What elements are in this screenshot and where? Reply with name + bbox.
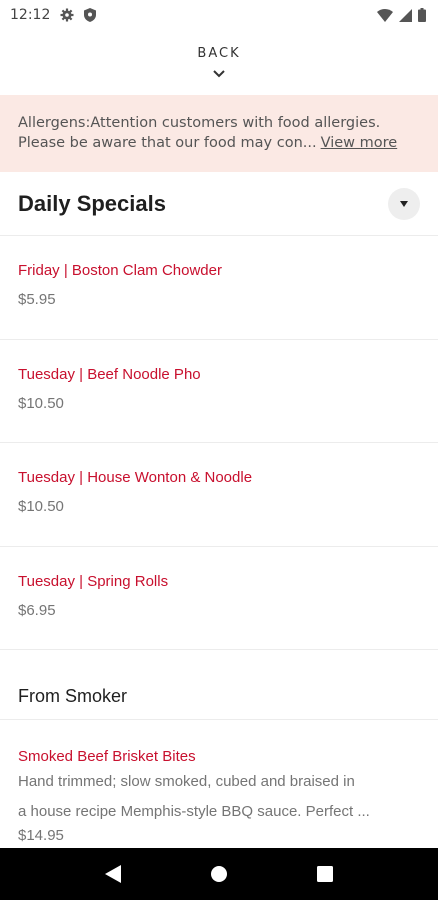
menu-item[interactable]: Tuesday | Spring Rolls $6.95 bbox=[0, 547, 438, 650]
signal-icon bbox=[399, 8, 412, 22]
item-price: $14.95 bbox=[18, 827, 64, 844]
item-price: $10.50 bbox=[18, 498, 64, 515]
allergen-text-line1: Allergens:Attention customers with food … bbox=[18, 115, 381, 131]
menu-item[interactable]: Tuesday | House Wonton & Noodle $10.50 bbox=[0, 443, 438, 547]
back-triangle-icon[interactable] bbox=[93, 854, 133, 894]
item-name: Tuesday | Spring Rolls bbox=[18, 572, 169, 590]
shield-icon bbox=[84, 8, 97, 22]
menu-item[interactable]: Smoked Beef Brisket Bites Hand trimmed; … bbox=[0, 720, 438, 848]
gear-icon bbox=[60, 8, 74, 22]
item-name: Tuesday | House Wonton & Noodle bbox=[18, 469, 253, 486]
item-description-line1: Hand trimmed; slow smoked, cubed and bra… bbox=[18, 773, 355, 790]
subsection-title: From Smoker bbox=[18, 686, 128, 706]
item-name: Smoked Beef Brisket Bites bbox=[18, 748, 196, 765]
daily-specials-header: Daily Specials bbox=[0, 172, 438, 236]
item-name: Tuesday | Beef Noodle Pho bbox=[18, 365, 201, 383]
system-nav-bar bbox=[0, 848, 438, 900]
chevron-down-icon bbox=[213, 63, 225, 82]
menu-item[interactable]: Tuesday | Beef Noodle Pho $10.50 bbox=[0, 340, 438, 443]
item-description-line2: a house recipe Memphis-style BBQ sauce. … bbox=[18, 803, 370, 820]
view-more-link[interactable]: View more bbox=[321, 135, 398, 151]
back-button[interactable]: BACK bbox=[0, 38, 438, 90]
back-label: BACK bbox=[197, 46, 241, 61]
status-time: 12:12 bbox=[10, 7, 51, 23]
status-bar: 12:12 bbox=[0, 0, 438, 30]
wifi-icon bbox=[377, 8, 393, 22]
item-name: Friday | Boston Clam Chowder bbox=[18, 262, 222, 279]
caret-down-icon[interactable] bbox=[388, 187, 420, 220]
from-smoker-header: From Smoker bbox=[0, 650, 438, 720]
daily-specials-list: Friday | Boston Clam Chowder $5.95 Tuesd… bbox=[0, 236, 438, 650]
section-title: Daily Specials bbox=[18, 190, 166, 216]
recents-square-icon[interactable] bbox=[305, 854, 345, 894]
battery-icon bbox=[418, 8, 426, 22]
item-price: $6.95 bbox=[18, 601, 56, 619]
allergen-text-line2: Please be aware that our food may con...… bbox=[18, 133, 420, 153]
item-price: $5.95 bbox=[18, 291, 56, 308]
allergen-banner: Allergens:Attention customers with food … bbox=[0, 95, 438, 172]
home-circle-icon[interactable] bbox=[199, 854, 239, 894]
item-price: $10.50 bbox=[18, 394, 64, 412]
status-right bbox=[377, 8, 426, 22]
menu-item[interactable]: Friday | Boston Clam Chowder $5.95 bbox=[0, 236, 438, 340]
status-left: 12:12 bbox=[10, 7, 97, 23]
allergen-text-truncated: Please be aware that our food may con... bbox=[18, 135, 317, 151]
